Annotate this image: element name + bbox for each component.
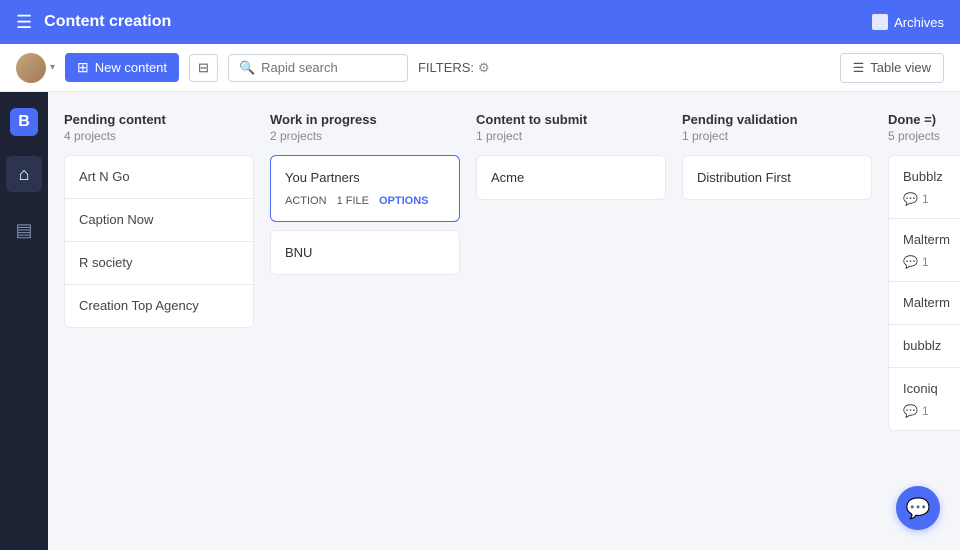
column-count-done: 5 projects xyxy=(888,129,960,143)
column-title-done: Done =) xyxy=(888,112,960,127)
column-wip: Work in progress 2 projects You Partners… xyxy=(270,112,460,530)
page-title: Content creation xyxy=(44,13,872,31)
menu-icon[interactable]: ☰ xyxy=(16,12,32,33)
column-header-wip: Work in progress 2 projects xyxy=(270,112,460,143)
card-malterm2[interactable]: Malterm xyxy=(889,282,960,325)
comment-count-malterm1: 1 xyxy=(922,255,929,269)
card-comment-bubblz: 💬 1 xyxy=(903,192,960,206)
card-bubblz[interactable]: Bubblz 💬 1 xyxy=(889,156,960,219)
column-title-wip: Work in progress xyxy=(270,112,460,127)
avatar-chevron-icon[interactable]: ▾ xyxy=(50,62,55,73)
card-title-art-n-go: Art N Go xyxy=(79,169,130,184)
view-toggle-button[interactable]: ⊟ xyxy=(189,54,218,82)
card-title-malterm2: Malterm xyxy=(903,295,950,310)
card-acme[interactable]: Acme xyxy=(476,155,666,200)
card-title-creation-top-agency: Creation Top Agency xyxy=(79,298,199,313)
table-view-button[interactable]: ☰ Table view xyxy=(840,53,944,83)
card-action-label[interactable]: ACTION xyxy=(285,195,327,207)
column-title-pending-validation: Pending validation xyxy=(682,112,872,127)
subbar: ▾ ⊞ New content ⊟ 🔍 FILTERS: ⚙ ☰ Table v… xyxy=(0,44,960,92)
archives-label: Archives xyxy=(894,15,944,30)
column-header-pending: Pending content 4 projects xyxy=(64,112,254,143)
card-title-bubblz2: bubblz xyxy=(903,338,941,353)
card-malterm1[interactable]: Malterm 💬 1 xyxy=(889,219,960,282)
pending-list: Art N Go Caption Now R society Creation … xyxy=(64,155,254,328)
card-footer-you-partners: ACTION 1 FILE OPTIONS xyxy=(285,195,445,207)
card-options-label[interactable]: OPTIONS xyxy=(379,195,429,207)
card-title-acme: Acme xyxy=(491,170,651,185)
card-title-you-partners: You Partners xyxy=(285,170,445,185)
comment-icon-iconiq: 💬 xyxy=(903,404,918,418)
new-content-icon: ⊞ xyxy=(77,59,89,76)
table-view-label: Table view xyxy=(870,60,931,75)
column-header-pending-validation: Pending validation 1 project xyxy=(682,112,872,143)
column-count-pending-validation: 1 project xyxy=(682,129,872,143)
column-pending: Pending content 4 projects Art N Go Capt… xyxy=(64,112,254,530)
comment-icon-malterm1: 💬 xyxy=(903,255,918,269)
card-iconiq[interactable]: Iconiq 💬 1 xyxy=(889,368,960,430)
archives-icon xyxy=(872,14,888,30)
filters-label: FILTERS: ⚙ xyxy=(418,60,490,76)
card-title-iconiq: Iconiq xyxy=(903,381,938,396)
avatar[interactable] xyxy=(16,53,46,83)
search-box: 🔍 xyxy=(228,54,408,82)
card-caption-now[interactable]: Caption Now xyxy=(65,199,253,242)
card-title-malterm1: Malterm xyxy=(903,232,950,247)
table-view-icon: ☰ xyxy=(853,60,865,76)
filters-text: FILTERS: xyxy=(418,60,474,75)
sidebar-logo[interactable]: B xyxy=(10,108,38,136)
card-title-caption-now: Caption Now xyxy=(79,212,153,227)
column-count-pending: 4 projects xyxy=(64,129,254,143)
column-count-to-submit: 1 project xyxy=(476,129,666,143)
card-file-label[interactable]: 1 FILE xyxy=(337,195,369,207)
card-r-society[interactable]: R society xyxy=(65,242,253,285)
comment-count-iconiq: 1 xyxy=(922,404,929,418)
card-distribution-first[interactable]: Distribution First xyxy=(682,155,872,200)
card-title-distribution-first: Distribution First xyxy=(697,170,857,185)
avatar-image xyxy=(16,53,46,83)
sidebar: B ⌂ ▤ xyxy=(0,92,48,550)
card-comment-iconiq: 💬 1 xyxy=(903,404,960,418)
comment-icon: 💬 xyxy=(903,192,918,206)
card-you-partners[interactable]: You Partners ACTION 1 FILE OPTIONS xyxy=(270,155,460,222)
board-area: Pending content 4 projects Art N Go Capt… xyxy=(48,92,960,550)
main-area: B ⌂ ▤ Pending content 4 projects Art N G… xyxy=(0,92,960,550)
view-toggle-icon: ⊟ xyxy=(198,60,209,75)
comment-count-bubblz: 1 xyxy=(922,192,929,206)
card-art-n-go[interactable]: Art N Go xyxy=(65,156,253,199)
column-title-pending: Pending content xyxy=(64,112,254,127)
chat-fab-button[interactable]: 💬 xyxy=(896,486,940,530)
card-title-bnu: BNU xyxy=(285,245,445,260)
filters-icon[interactable]: ⚙ xyxy=(478,60,490,76)
card-title-r-society: R society xyxy=(79,255,132,270)
archives-button[interactable]: Archives xyxy=(872,14,944,30)
card-bnu[interactable]: BNU xyxy=(270,230,460,275)
column-count-wip: 2 projects xyxy=(270,129,460,143)
search-input[interactable] xyxy=(261,60,397,75)
card-comment-malterm1: 💬 1 xyxy=(903,255,960,269)
card-title-bubblz: Bubblz xyxy=(903,169,943,184)
column-done: Done =) 5 projects Bubblz 💬 1 Malterm 💬 … xyxy=(888,112,960,530)
column-pending-validation: Pending validation 1 project Distributio… xyxy=(682,112,872,530)
column-title-to-submit: Content to submit xyxy=(476,112,666,127)
column-to-submit: Content to submit 1 project Acme xyxy=(476,112,666,530)
done-list: Bubblz 💬 1 Malterm 💬 1 Malterm xyxy=(888,155,960,431)
chat-fab-icon: 💬 xyxy=(906,496,931,521)
new-content-label: New content xyxy=(95,60,167,75)
search-icon: 🔍 xyxy=(239,60,255,76)
card-bubblz2[interactable]: bubblz xyxy=(889,325,960,368)
topbar: ☰ Content creation Archives xyxy=(0,0,960,44)
column-header-done: Done =) 5 projects xyxy=(888,112,960,143)
card-creation-top-agency[interactable]: Creation Top Agency xyxy=(65,285,253,327)
column-header-to-submit: Content to submit 1 project xyxy=(476,112,666,143)
new-content-button[interactable]: ⊞ New content xyxy=(65,53,179,82)
sidebar-item-boards[interactable]: ▤ xyxy=(6,212,42,248)
sidebar-item-home[interactable]: ⌂ xyxy=(6,156,42,192)
